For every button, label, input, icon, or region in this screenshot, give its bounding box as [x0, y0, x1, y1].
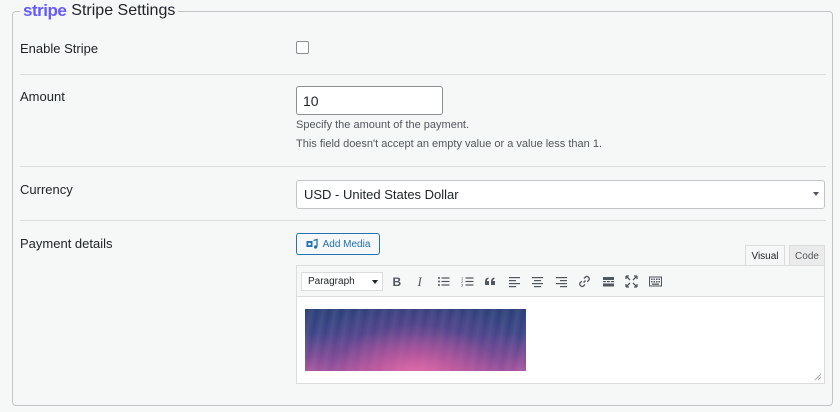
link-icon — [579, 275, 590, 287]
chevron-down-icon — [372, 279, 378, 284]
fullscreen-icon — [625, 274, 638, 288]
payment-details-editor: Paragraph B I 1 2 3 — [296, 265, 825, 384]
media-icon — [306, 238, 318, 249]
align-center-button[interactable] — [528, 271, 548, 291]
align-right-icon — [555, 276, 567, 287]
bulleted-list-button[interactable] — [434, 271, 454, 291]
fullscreen-button[interactable] — [622, 271, 642, 291]
toolbar-toggle-button[interactable] — [645, 271, 665, 291]
payment-details-label: Payment details — [20, 236, 113, 251]
section-title: Stripe Settings — [71, 2, 176, 19]
fieldset-legend: stripe Stripe Settings — [20, 1, 179, 20]
chevron-down-icon — [813, 192, 819, 196]
align-left-button[interactable] — [504, 271, 524, 291]
amount-input[interactable] — [296, 86, 443, 115]
italic-icon: I — [416, 275, 422, 288]
numbered-list-button[interactable]: 1 2 3 — [457, 271, 477, 291]
read-more-button[interactable] — [598, 271, 618, 291]
embedded-sky-image — [305, 309, 526, 371]
read-more-icon — [602, 276, 614, 286]
currency-selected-value: USD - United States Dollar — [304, 187, 459, 202]
blockquote-button[interactable] — [481, 271, 501, 291]
keyboard-icon — [648, 276, 662, 286]
align-center-icon — [532, 276, 543, 287]
format-select[interactable]: Paragraph — [301, 271, 383, 291]
add-media-button[interactable]: Add Media — [296, 233, 380, 255]
format-selected-value: Paragraph — [308, 275, 355, 287]
bold-button[interactable]: B — [387, 271, 407, 291]
svg-text:B: B — [393, 275, 402, 288]
numbered-list-icon: 1 2 3 — [461, 275, 473, 287]
currency-label: Currency — [20, 182, 73, 197]
amount-label: Amount — [20, 89, 65, 104]
row-divider — [20, 220, 826, 221]
amount-description: Specify the amount of the payment. — [296, 119, 470, 131]
stripe-logo: stripe — [23, 1, 67, 20]
editor-toolbar: Paragraph B I 1 2 3 — [297, 266, 824, 297]
currency-select[interactable]: USD - United States Dollar — [296, 180, 825, 209]
tab-visual[interactable]: Visual — [745, 245, 785, 266]
italic-button[interactable]: I — [410, 271, 430, 291]
bold-icon: B — [393, 275, 402, 288]
align-right-button[interactable] — [551, 271, 571, 291]
enable-stripe-checkbox[interactable] — [296, 41, 309, 54]
editor-content[interactable] — [297, 297, 824, 384]
blockquote-icon — [485, 277, 495, 285]
align-left-icon — [508, 276, 520, 287]
svg-text:3: 3 — [461, 282, 464, 287]
link-button[interactable] — [575, 271, 595, 291]
svg-text:I: I — [416, 275, 422, 288]
resize-handle-icon[interactable] — [814, 373, 822, 381]
amount-validation-note: This field doesn't accept an empty value… — [296, 138, 602, 150]
row-divider — [20, 74, 826, 75]
add-media-label: Add Media — [322, 238, 371, 250]
tab-code[interactable]: Code — [789, 245, 825, 266]
bulleted-list-icon — [438, 276, 450, 286]
row-divider — [20, 166, 826, 167]
enable-stripe-label: Enable Stripe — [20, 41, 99, 56]
